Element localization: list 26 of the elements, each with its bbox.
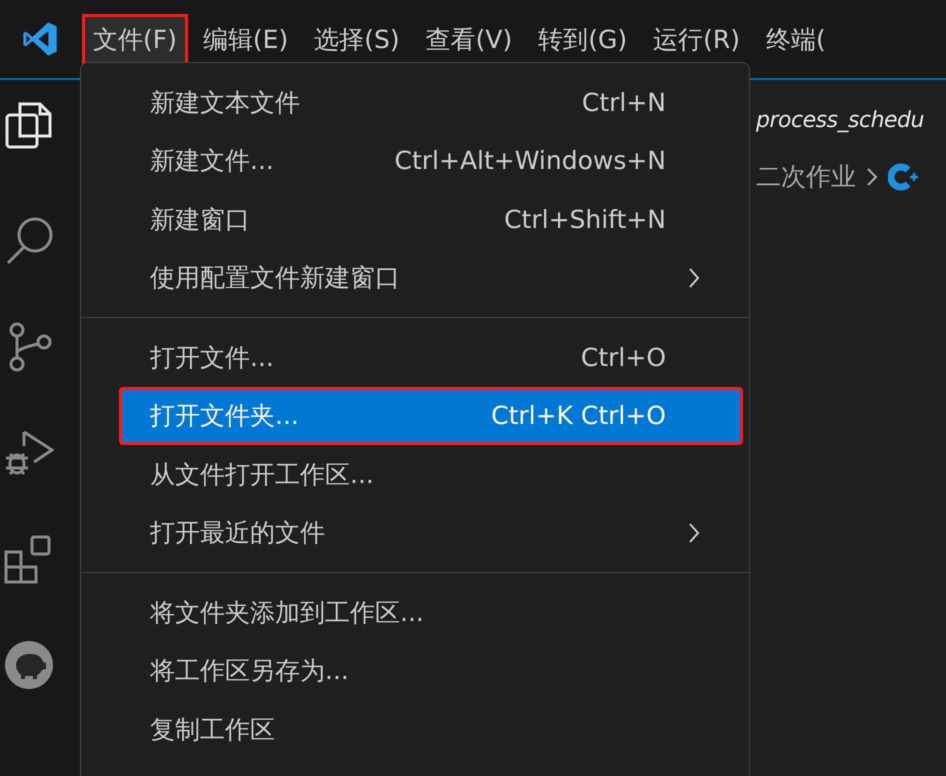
menu-bar-item[interactable]: 终端(	[754, 14, 837, 64]
menu-item[interactable]: 将文件夹添加到工作区...	[91, 583, 739, 642]
menu-item[interactable]: 新建窗口 Ctrl+Shift+N	[91, 190, 739, 248]
files-icon	[4, 100, 54, 150]
menu-item[interactable]: 将工作区另存为...	[91, 642, 739, 700]
menu-item[interactable]: 打开文件夹... Ctrl+K Ctrl+O	[119, 386, 743, 445]
menu-bar-item[interactable]: 查看(V)	[414, 14, 524, 64]
menu-item[interactable]: 打开文件... Ctrl+O	[91, 328, 739, 386]
run-debug-icon	[4, 428, 54, 478]
menu-bar-item[interactable]: 文件(F)	[82, 14, 188, 64]
chevron-right-icon	[866, 166, 878, 186]
breadcrumb-item[interactable]: 二次作业	[756, 160, 856, 193]
menu-bar-item[interactable]: 转到(G)	[527, 14, 638, 64]
cpp-file-icon	[888, 162, 918, 192]
menu-item[interactable]: 复制工作区	[91, 700, 739, 758]
menu-bar-item[interactable]: 选择(S)	[303, 14, 411, 64]
menu-item[interactable]: 新建文件... Ctrl+Alt+Windows+N	[91, 132, 739, 190]
menu-bar-item[interactable]: 编辑(E)	[192, 14, 300, 64]
menu-item[interactable]: 打开最近的文件	[91, 504, 739, 562]
editor-tab-title[interactable]: process_schedu	[756, 108, 924, 132]
menu-item[interactable]: 使用配置文件新建窗口	[91, 248, 739, 307]
piggy-bank-icon	[4, 640, 54, 690]
menu-item[interactable]: 从文件打开工作区...	[91, 445, 739, 504]
search-icon	[4, 216, 54, 266]
menu-bar-item[interactable]: 运行(R)	[642, 14, 751, 64]
menu-item[interactable]: 新建文本文件 Ctrl+N	[91, 73, 739, 132]
